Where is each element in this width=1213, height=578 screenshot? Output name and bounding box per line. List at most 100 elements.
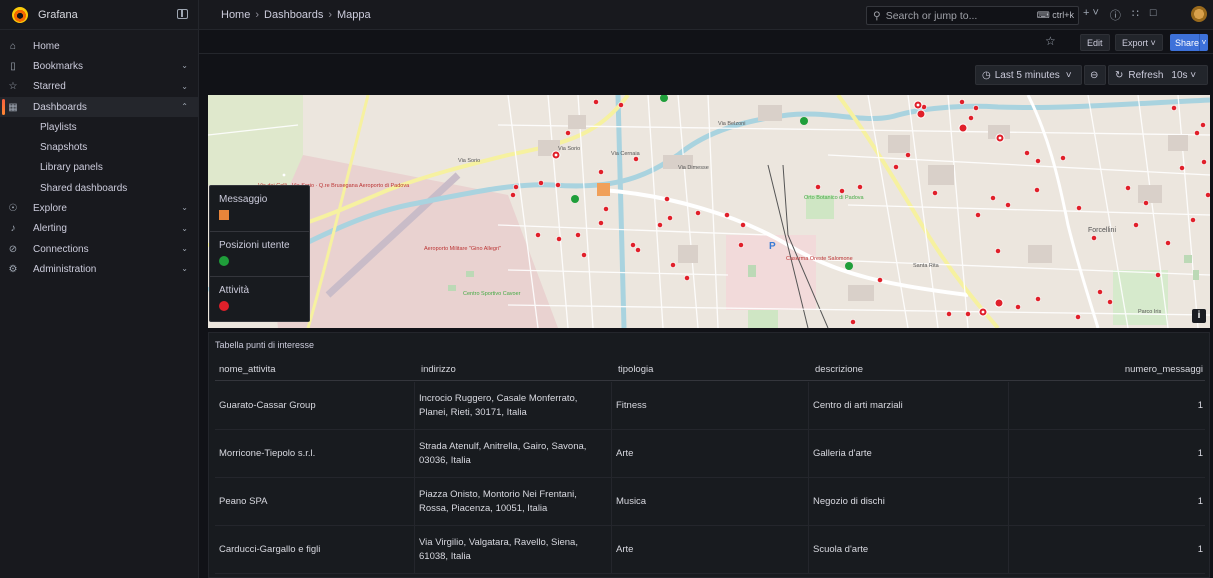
attivita-marker[interactable] [1205,192,1210,198]
attivita-marker[interactable] [968,115,974,121]
attivita-marker[interactable] [1035,296,1041,302]
sidebar-item-bookmarks[interactable]: ▯ Bookmarks ⌄ [0,56,198,76]
sidebar-item-dashboards[interactable]: ▦ Dashboards ⌃ [0,96,198,118]
attivita-marker[interactable] [905,152,911,158]
attivita-marker[interactable] [1165,240,1171,246]
chevron-down-icon[interactable]: ⌄ [181,224,188,233]
export-button[interactable]: Export ˅ [1115,34,1163,51]
attivita-marker[interactable] [581,252,587,258]
attivita-marker[interactable] [556,236,562,242]
attivita-marker[interactable] [1076,205,1082,211]
attivita-marker[interactable] [815,184,821,190]
map-info-button[interactable]: i [1192,309,1206,323]
attivita-marker[interactable] [1107,299,1113,305]
avatar[interactable] [1191,6,1207,22]
sidebar-item-playlists[interactable]: Playlists [0,117,198,137]
attivita-marker[interactable] [510,192,516,198]
attivita-marker[interactable] [932,190,938,196]
attivita-marker[interactable] [724,212,730,218]
edit-button[interactable]: Edit [1080,34,1110,51]
attivita-marker[interactable] [975,212,981,218]
time-range-picker[interactable]: ◷ Last 5 minutes ˅ [975,65,1082,85]
sidebar-item-starred[interactable]: ☆ Starred ⌄ [0,77,198,97]
attivita-marker[interactable] [973,105,979,111]
attivita-marker[interactable] [1034,187,1040,193]
attivita-marker[interactable] [877,277,883,283]
zoom-out-button[interactable]: ⊖ [1084,65,1106,85]
attivita-marker[interactable] [1035,158,1041,164]
search-input[interactable]: ⚲ Search or jump to... ⌨ ctrl+k [866,6,1079,25]
sidebar-item-snapshots[interactable]: Snapshots [0,137,198,157]
attivita-marker[interactable] [1194,130,1200,136]
attivita-marker[interactable] [684,275,690,281]
attivita-marker[interactable] [565,130,571,136]
sidebar-item-alerting[interactable]: ♪ Alerting ⌄ [0,219,198,239]
column-header[interactable]: indirizzo [421,364,456,375]
dock-menu-icon[interactable] [177,8,188,19]
attivita-marker[interactable] [618,102,624,108]
chevron-up-icon[interactable]: ⌃ [181,102,188,111]
attivita-marker[interactable] [958,123,968,133]
breadcrumb-home[interactable]: Home [221,9,250,21]
attivita-marker[interactable] [995,248,1001,254]
attivita-marker[interactable] [695,210,701,216]
attivita-marker[interactable] [593,99,599,105]
attivita-marker[interactable] [535,232,541,238]
attivita-marker[interactable] [657,222,663,228]
refresh-button[interactable]: ↻ Refresh 10s ˅ [1108,65,1208,85]
sidebar-item-administration[interactable]: ⚙ Administration ⌄ [0,259,198,279]
attivita-marker[interactable] [575,232,581,238]
sidebar-item-connections[interactable]: ⊘ Connections ⌄ [0,239,198,259]
attivita-marker[interactable] [1125,185,1131,191]
attivita-marker[interactable] [598,220,604,226]
attivita-marker[interactable] [630,242,636,248]
chevron-down-icon[interactable]: ⌄ [181,203,188,212]
table-row[interactable]: Morricone-Tiepolo s.r.l. Strada Atenulf, … [215,430,1205,478]
attivita-marker[interactable] [670,262,676,268]
attivita-marker[interactable] [1075,314,1081,320]
posizione-utente-marker[interactable] [845,262,853,270]
share-button[interactable]: Share ˅ [1170,34,1208,51]
column-header[interactable]: tipologia [618,364,653,375]
posizione-utente-marker[interactable] [571,195,579,203]
attivita-marker[interactable] [1155,272,1161,278]
column-header[interactable]: nome_attivita [219,364,276,375]
attivita-marker[interactable] [555,182,561,188]
attivita-marker[interactable] [1024,150,1030,156]
sidebar-item-library-panels[interactable]: Library panels [0,158,198,178]
attivita-marker[interactable] [635,247,641,253]
attivita-marker[interactable] [740,222,746,228]
add-icon[interactable]: + ˅ [1083,7,1099,23]
table-row[interactable]: Peano SPA Piazza Onisto, Montorio Nei Fre… [215,478,1205,526]
attivita-marker[interactable] [857,184,863,190]
column-header[interactable]: numero_messaggi [1125,364,1203,375]
sidebar-item-home[interactable]: ⌂ Home [0,36,198,56]
column-header[interactable]: descrizione [815,364,863,375]
star-icon[interactable]: ☆ [1045,34,1056,48]
chevron-down-icon[interactable]: ⌄ [181,264,188,273]
chevron-down-icon[interactable]: ⌄ [181,61,188,70]
table-row[interactable]: Guarato-Cassar Group Incrocio Ruggero, Ca… [215,382,1205,430]
sidebar-item-shared-dashboards[interactable]: Shared dashboards [0,178,198,198]
attivita-marker[interactable] [603,206,609,212]
attivita-marker[interactable] [839,188,845,194]
attivita-marker[interactable] [1200,122,1206,128]
attivita-marker[interactable] [946,311,952,317]
attivita-marker[interactable] [598,169,604,175]
sidebar-item-explore[interactable]: ☉ Explore ⌄ [0,198,198,218]
attivita-marker[interactable] [994,298,1004,308]
share-caret-icon[interactable]: ˅ [1199,34,1208,51]
attivita-marker[interactable] [664,196,670,202]
refresh-interval-select[interactable]: 10s ˅ [1171,70,1196,81]
attivita-marker[interactable] [1097,289,1103,295]
attivita-marker[interactable] [1015,304,1021,310]
attivita-marker[interactable] [1005,202,1011,208]
attivita-marker[interactable] [738,242,744,248]
attivita-marker[interactable] [850,319,856,325]
chevron-down-icon[interactable]: ⌄ [181,82,188,91]
attivita-marker[interactable] [893,164,899,170]
attivita-marker[interactable] [538,180,544,186]
map-tiles[interactable]: P Via Sorio Via Sorio Via dei Colli · Vi… [208,95,1210,328]
attivita-marker[interactable] [1171,105,1177,111]
attivita-marker[interactable] [513,184,519,190]
